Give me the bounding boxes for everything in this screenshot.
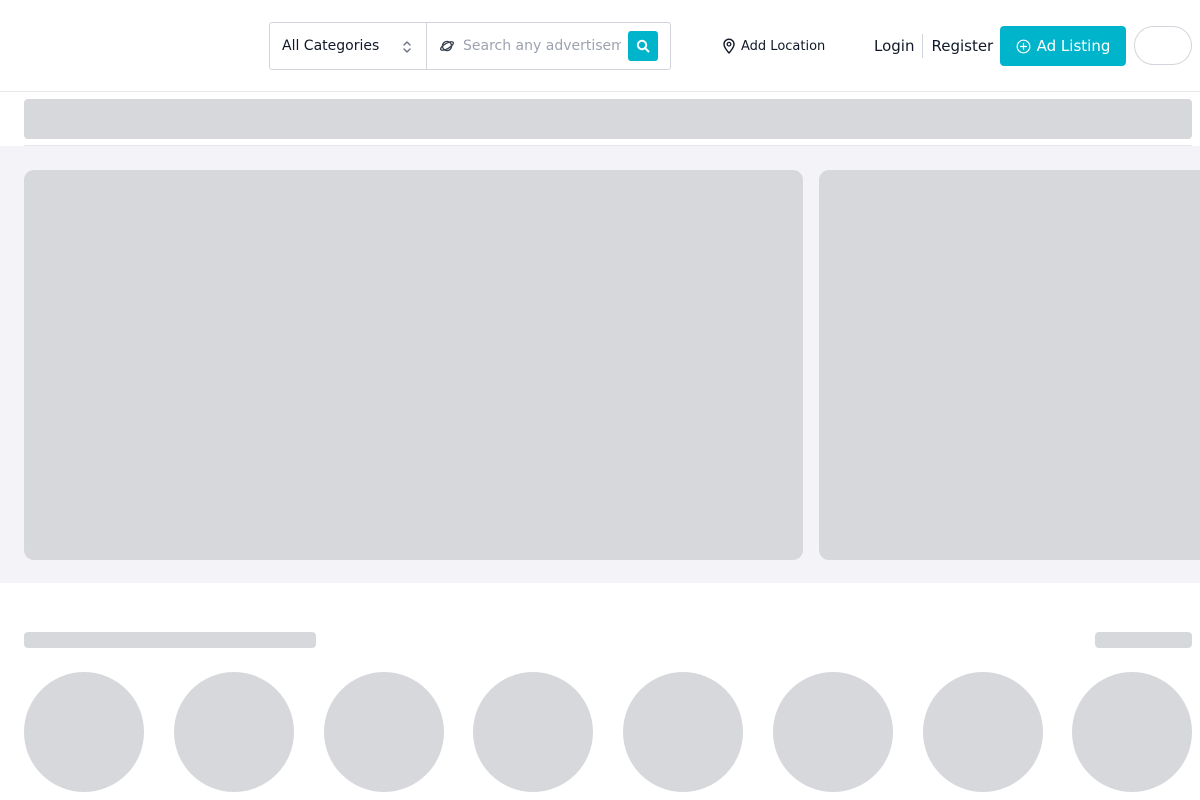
banner-skeleton-secondary bbox=[819, 170, 1200, 560]
category-circle-skeleton bbox=[623, 672, 743, 792]
map-pin-icon bbox=[723, 38, 735, 54]
category-select[interactable]: All Categories bbox=[270, 23, 427, 69]
site-header: All Categories Add Locati bbox=[0, 0, 1200, 92]
category-circle-skeleton bbox=[773, 672, 893, 792]
ad-listing-label: Ad Listing bbox=[1036, 37, 1111, 55]
search-icon bbox=[636, 39, 650, 53]
add-location-label: Add Location bbox=[741, 38, 826, 54]
auth-divider bbox=[922, 34, 924, 58]
category-circle-skeleton bbox=[473, 672, 593, 792]
search-bar: All Categories bbox=[269, 22, 671, 70]
category-circle-skeleton bbox=[24, 672, 144, 792]
auth-links: Login Register bbox=[874, 34, 993, 58]
banner-skeleton-primary bbox=[24, 170, 803, 560]
category-nav-skeleton bbox=[24, 99, 1192, 139]
section-link-skeleton bbox=[1095, 632, 1192, 648]
add-location-button[interactable]: Add Location bbox=[722, 36, 825, 56]
category-select-label: All Categories bbox=[282, 38, 380, 54]
plus-circle-icon bbox=[1016, 39, 1031, 53]
search-button[interactable] bbox=[628, 31, 658, 61]
register-link[interactable]: Register bbox=[931, 37, 993, 55]
category-circle-skeleton bbox=[923, 672, 1043, 792]
planet-icon bbox=[439, 40, 455, 52]
ad-listing-button[interactable]: Ad Listing bbox=[1000, 26, 1126, 66]
category-circle-skeleton bbox=[1072, 672, 1192, 792]
search-input[interactable] bbox=[463, 38, 621, 54]
section-title-skeleton bbox=[24, 632, 316, 648]
login-link[interactable]: Login bbox=[874, 37, 914, 55]
user-menu-toggle[interactable] bbox=[1134, 26, 1192, 65]
chevron-up-down-icon bbox=[403, 41, 411, 53]
category-circles bbox=[24, 672, 1200, 800]
category-circle-skeleton bbox=[324, 672, 444, 792]
search-field bbox=[427, 23, 670, 69]
category-circle-skeleton bbox=[174, 672, 294, 792]
